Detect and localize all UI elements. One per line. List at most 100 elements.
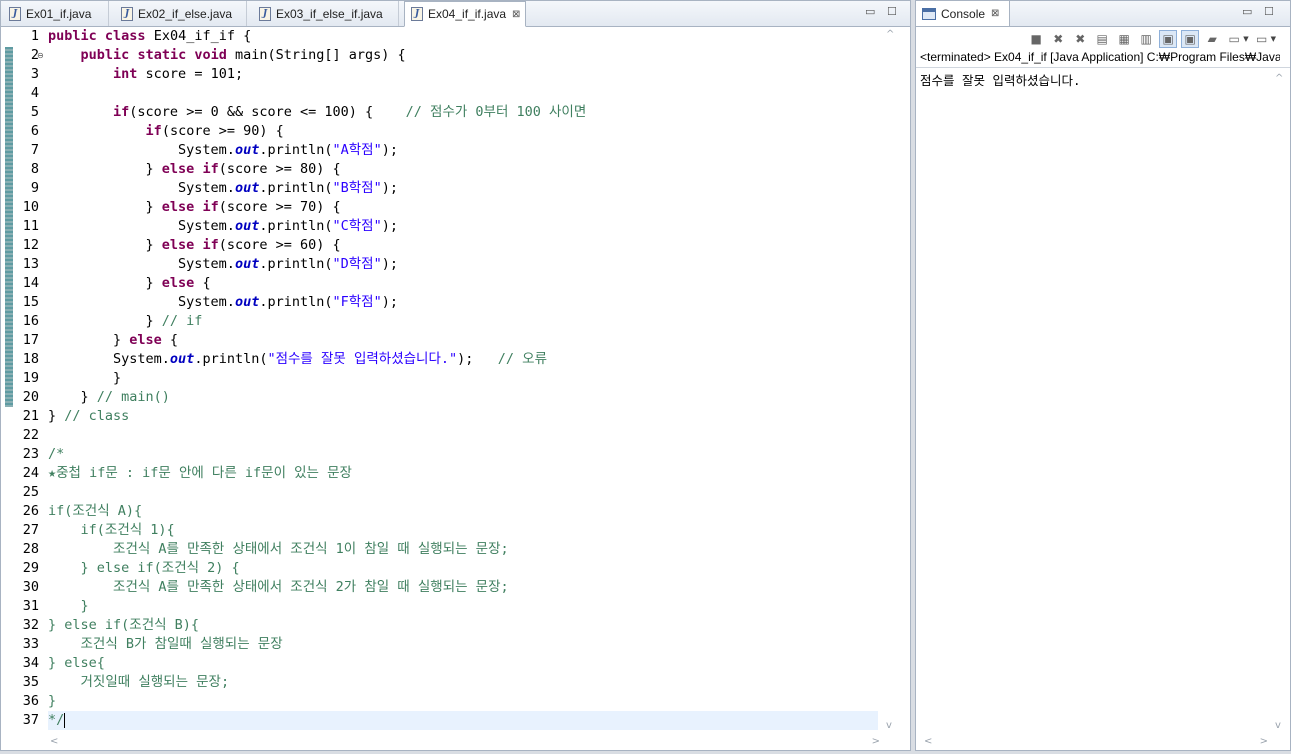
- line-number: 1: [30, 28, 39, 44]
- chevron-down-icon[interactable]: ▼: [1243, 35, 1248, 43]
- line-number: 34: [22, 655, 39, 671]
- code-token: static: [137, 47, 187, 63]
- code-line[interactable]: 조건식 A를 만족한 상태에서 조건식 2가 참일 때 실행되는 문장;: [48, 578, 878, 597]
- scroll-up-icon[interactable]: ^: [886, 29, 894, 40]
- code-token: // if: [161, 313, 203, 329]
- clear-console-icon[interactable]: ▤: [1093, 30, 1111, 48]
- code-line[interactable]: System.out.println("F학점");: [48, 293, 878, 312]
- code-token: if: [145, 123, 162, 139]
- tab-label: Ex03_if_else_if.java: [276, 6, 383, 21]
- code-line[interactable]: System.out.println("C학점");: [48, 217, 878, 236]
- code-token: .println(: [259, 142, 333, 158]
- code-token: 거짓일때 실행되는 문장;: [48, 674, 230, 690]
- maximize-icon[interactable]: ☐: [1264, 5, 1274, 18]
- code-line[interactable]: } else {: [48, 331, 878, 350]
- scroll-up-icon[interactable]: ^: [1275, 73, 1283, 84]
- code-token: 조건식 A를 만족한 상태에서 조건식 1이 참일 때 실행되는 문장;: [48, 541, 509, 557]
- line-number: 30: [22, 579, 39, 595]
- show-on-stdout-icon[interactable]: ▣: [1159, 30, 1178, 48]
- code-line[interactable]: } else{: [48, 654, 878, 673]
- code-line[interactable]: if(조건식 1){: [48, 521, 878, 540]
- code-line[interactable]: [48, 426, 878, 445]
- scroll-down-icon[interactable]: v: [1275, 720, 1281, 731]
- remove-launch-icon[interactable]: ✖: [1049, 30, 1067, 48]
- line-number: 5: [30, 104, 39, 120]
- tab-ex01[interactable]: J Ex01_if.java: [3, 1, 109, 26]
- remove-all-terminated-icon[interactable]: ✖: [1071, 30, 1089, 48]
- tab-console[interactable]: Console ⊠: [916, 1, 1010, 26]
- code-line[interactable]: } else if(score >= 70) {: [48, 198, 878, 217]
- open-console-icon[interactable]: ▭: [1253, 30, 1271, 48]
- code-line[interactable]: System.out.println("A학점");: [48, 141, 878, 160]
- code-token: if(조건식 1){: [48, 522, 175, 538]
- code-line[interactable]: 거짓일때 실행되는 문장;: [48, 673, 878, 692]
- tab-ex02[interactable]: J Ex02_if_else.java: [115, 1, 247, 26]
- code-line[interactable]: [48, 483, 878, 502]
- scroll-right-icon[interactable]: >: [1260, 736, 1268, 747]
- code-line[interactable]: /*: [48, 445, 878, 464]
- code-line[interactable]: [48, 84, 878, 103]
- tab-ex03[interactable]: J Ex03_if_else_if.java: [253, 1, 399, 26]
- code-line[interactable]: if(score >= 0 && score <= 100) { // 점수가 …: [48, 103, 878, 122]
- code-line[interactable]: */: [48, 711, 878, 730]
- pin-console-icon[interactable]: ▰: [1203, 30, 1221, 48]
- console-divider: [916, 67, 1290, 68]
- code-area[interactable]: public class Ex04_if_if { public static …: [48, 27, 878, 730]
- close-icon[interactable]: ⊠: [991, 8, 999, 19]
- code-line[interactable]: } // if: [48, 312, 878, 331]
- code-line[interactable]: } // class: [48, 407, 878, 426]
- scroll-left-icon[interactable]: <: [50, 736, 58, 747]
- code-line[interactable]: public static void main(String[] args) {: [48, 46, 878, 65]
- scroll-right-icon[interactable]: >: [872, 736, 880, 747]
- code-line[interactable]: System.out.println("B학점");: [48, 179, 878, 198]
- code-line[interactable]: ★중첩 if문 : if문 안에 다른 if문이 있는 문장: [48, 464, 878, 483]
- code-line[interactable]: }: [48, 597, 878, 616]
- code-line[interactable]: } // main(): [48, 388, 878, 407]
- code-token: else: [161, 237, 195, 253]
- close-icon[interactable]: ⊠: [512, 9, 520, 20]
- code-token: ★중첩 if문 : if문 안에 다른 if문이 있는 문장: [48, 465, 352, 481]
- line-number: 25: [22, 484, 39, 500]
- show-on-stderr-icon[interactable]: ▣: [1181, 30, 1200, 48]
- code-line[interactable]: int score = 101;: [48, 65, 878, 84]
- code-line[interactable]: } else {: [48, 274, 878, 293]
- code-line[interactable]: 조건식 A를 만족한 상태에서 조건식 1이 참일 때 실행되는 문장;: [48, 540, 878, 559]
- code-token: System.: [48, 142, 235, 158]
- minimize-icon[interactable]: ▭: [1242, 5, 1252, 18]
- console-vertical-scrollbar[interactable]: ^ v: [1271, 71, 1288, 733]
- display-console-icon[interactable]: ▭: [1225, 30, 1243, 48]
- chevron-down-icon[interactable]: ▼: [1271, 35, 1276, 43]
- word-wrap-icon[interactable]: ▥: [1137, 30, 1155, 48]
- fold-collapse-icon[interactable]: ⊖: [37, 51, 44, 60]
- editor-vertical-scrollbar[interactable]: ^ v: [882, 27, 899, 733]
- code-line[interactable]: } else if(조건식 2) {: [48, 559, 878, 578]
- console-pane: Console ⊠ ▭ ☐ ■ ✖ ✖ ▤ ▦ ▥ ▣ ▣ ▰ ▭ ▼ ▭ ▼ …: [915, 0, 1291, 751]
- code-token: */: [48, 712, 65, 728]
- scroll-left-icon[interactable]: <: [924, 736, 932, 747]
- code-token: if: [202, 161, 219, 177]
- terminate-icon[interactable]: ■: [1027, 30, 1045, 48]
- code-token: } else if(조건식 2) {: [48, 560, 240, 576]
- code-line[interactable]: System.out.println("점수를 잘못 입력하셨습니다."); /…: [48, 350, 878, 369]
- code-line[interactable]: if(조건식 A){: [48, 502, 878, 521]
- code-line[interactable]: }: [48, 369, 878, 388]
- scroll-lock-icon[interactable]: ▦: [1115, 30, 1133, 48]
- editor-horizontal-scrollbar[interactable]: < >: [48, 734, 882, 750]
- code-line[interactable]: }: [48, 692, 878, 711]
- code-line[interactable]: } else if(조건식 B){: [48, 616, 878, 635]
- code-token: }: [48, 199, 162, 215]
- code-line[interactable]: System.out.println("D학점");: [48, 255, 878, 274]
- code-line[interactable]: 조건식 B가 참일때 실행되는 문장: [48, 635, 878, 654]
- code-token: }: [48, 275, 162, 291]
- console-horizontal-scrollbar[interactable]: < >: [918, 734, 1270, 750]
- tab-ex04[interactable]: J Ex04_if_if.java ⊠: [404, 1, 526, 27]
- code-line[interactable]: } else if(score >= 80) {: [48, 160, 878, 179]
- code-token: public: [80, 47, 130, 63]
- maximize-icon[interactable]: ☐: [887, 5, 897, 18]
- code-line[interactable]: public class Ex04_if_if {: [48, 27, 878, 46]
- scroll-down-icon[interactable]: v: [886, 720, 892, 731]
- code-line[interactable]: if(score >= 90) {: [48, 122, 878, 141]
- code-line[interactable]: } else if(score >= 60) {: [48, 236, 878, 255]
- minimize-icon[interactable]: ▭: [865, 5, 875, 18]
